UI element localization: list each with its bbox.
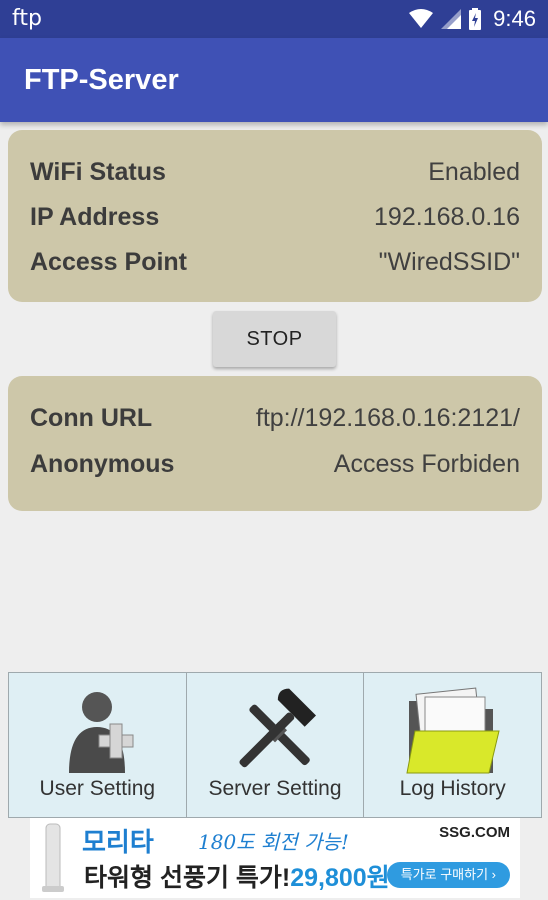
ip-address-label: IP Address <box>30 203 160 231</box>
tools-icon <box>239 688 317 768</box>
status-time: 9:46 <box>493 6 536 31</box>
app-bar: FTP-Server <box>0 38 548 122</box>
ad-price: 29,800원 <box>290 864 390 892</box>
conn-url-label: Conn URL <box>30 404 153 432</box>
anonymous-value: Access Forbiden <box>333 450 520 478</box>
access-point-value: "WiredSSID" <box>378 248 520 276</box>
status-bar: ftp 9:46 <box>0 0 548 38</box>
folder-icon <box>406 687 500 774</box>
log-history-label: Log History <box>399 777 506 800</box>
anonymous-label: Anonymous <box>30 450 175 478</box>
app-title: FTP-Server <box>24 64 179 96</box>
server-setting-tile[interactable]: Server Setting <box>186 672 365 818</box>
ad-site: SSG.COM <box>439 824 510 841</box>
status-icons: 9:46 <box>409 6 536 32</box>
connection-card: Conn URL ftp://192.168.0.16:2121/ Anonym… <box>8 376 542 511</box>
wifi-status-card: WiFi Status Enabled IP Address 192.168.0… <box>8 130 542 302</box>
signal-icon <box>441 9 462 29</box>
ad-banner[interactable]: 모리타 180도 회전 가능! SSG.COM 타워형 선풍기 특가!29,80… <box>30 818 520 898</box>
fan-product-image <box>42 823 64 892</box>
access-point-label: Access Point <box>30 248 188 276</box>
conn-url-value: ftp://192.168.0.16:2121/ <box>255 404 520 432</box>
wifi-status-value: Enabled <box>428 158 520 186</box>
ad-tagline: 180도 회전 가능! <box>198 830 349 854</box>
bottom-menu: User Setting Server Setting Log History <box>8 672 543 818</box>
ad-headline-text: 타워형 선풍기 특가! <box>84 864 291 892</box>
user-setting-label: User Setting <box>39 777 156 800</box>
wifi-status-label: WiFi Status <box>30 158 166 186</box>
stop-button[interactable]: STOP <box>213 311 336 367</box>
ad-brand: 모리타 <box>82 827 154 857</box>
battery-icon <box>469 8 482 30</box>
ad-headline: 타워형 선풍기 특가!29,800원 <box>84 858 390 894</box>
ad-cta-button[interactable]: 특가로 구매하기 › <box>386 862 510 888</box>
server-setting-label: Server Setting <box>208 777 342 800</box>
add-user-icon <box>69 692 134 773</box>
log-history-tile[interactable]: Log History <box>364 672 543 818</box>
user-setting-tile[interactable]: User Setting <box>8 672 187 818</box>
ip-address-value: 192.168.0.16 <box>374 203 520 231</box>
wifi-icon <box>409 9 434 28</box>
status-app-tag: ftp <box>12 6 42 31</box>
